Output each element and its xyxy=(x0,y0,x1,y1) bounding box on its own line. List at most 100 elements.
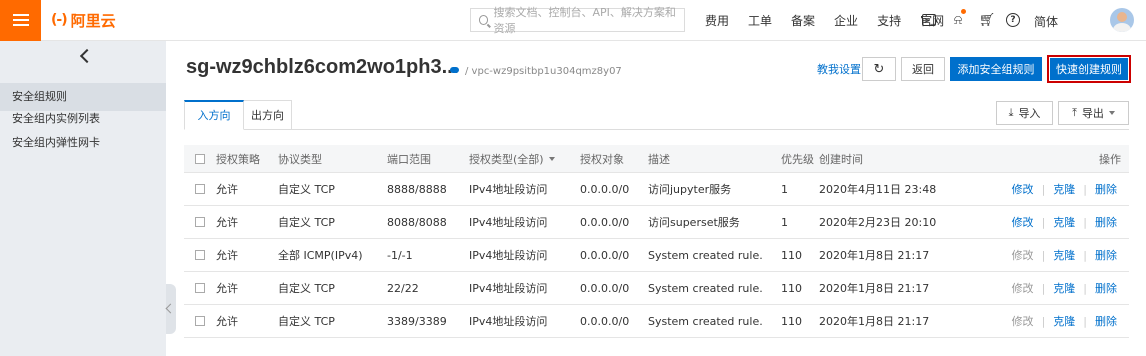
sidebar: 安全组规则 安全组内实例列表 安全组内弹性网卡 xyxy=(0,41,166,356)
clone-link[interactable]: 克隆 xyxy=(1053,247,1075,263)
direction-tabs: 入方向 出方向 xyxy=(184,100,1129,130)
clone-link[interactable]: 克隆 xyxy=(1053,181,1075,197)
nav-support[interactable]: 支持 xyxy=(877,12,901,29)
add-rule-button[interactable]: 添加安全组规则 xyxy=(950,57,1042,81)
aliyun-logo[interactable]: (-) 阿里云 xyxy=(51,10,116,31)
top-bar: (-) 阿里云 搜索文档、控制台、API、解决方案和资源 费用 工单 备案 企业… xyxy=(0,0,1146,41)
col-ops: 操作 xyxy=(1099,152,1121,166)
export-button[interactable]: ⤒ 导出 xyxy=(1058,101,1129,125)
clone-link[interactable]: 克隆 xyxy=(1053,280,1075,296)
tab-outbound[interactable]: 出方向 xyxy=(244,100,292,130)
cell-port: 22/22 xyxy=(387,281,419,295)
quick-create-label: 快速创建规则 xyxy=(1050,58,1128,80)
cell-created: 2020年4月11日 23:48 xyxy=(819,183,937,196)
cell-ops: 修改 | 克隆 | 删除 xyxy=(1012,206,1117,238)
cell-created: 2020年1月8日 21:17 xyxy=(819,282,930,295)
nav-billing[interactable]: 费用 xyxy=(705,12,729,29)
nav-enterprise[interactable]: 企业 xyxy=(834,12,858,29)
avatar[interactable] xyxy=(1110,8,1134,32)
edit-link: 修改 xyxy=(1011,315,1034,328)
cell-policy: 允许 xyxy=(216,249,238,262)
search-icon xyxy=(479,15,489,25)
cell-desc: System created rule. xyxy=(648,248,763,262)
table-row: 允许 自定义 TCP 22/22 IPv4地址段访问 0.0.0.0/0 Sys… xyxy=(184,272,1129,305)
cell-priority: 110 xyxy=(781,281,802,295)
row-checkbox[interactable] xyxy=(195,206,205,238)
divider: | xyxy=(1041,314,1046,328)
divider: | xyxy=(1083,215,1087,229)
vpc-id[interactable]: / vpc-wz9psitbp1u304qmz8y07 xyxy=(465,66,622,77)
cell-policy: 允许 xyxy=(216,183,238,196)
col-desc: 描述 xyxy=(648,152,670,166)
refresh-icon: ↻ xyxy=(873,61,885,77)
import-button[interactable]: ⤓ 导入 xyxy=(996,101,1053,125)
cell-port: -1/-1 xyxy=(387,248,413,262)
cell-desc: 访问jupyter服务 xyxy=(648,183,732,196)
upload-icon: ⤒ xyxy=(1072,106,1077,119)
col-created: 创建时间 xyxy=(819,152,863,166)
cell-target: 0.0.0.0/0 xyxy=(580,248,630,262)
delete-link[interactable]: 删除 xyxy=(1095,247,1117,263)
bell-icon[interactable]: ⍾ xyxy=(950,12,966,28)
nav-icp[interactable]: 备案 xyxy=(791,12,815,29)
cell-policy: 允许 xyxy=(216,315,238,328)
cell-priority: 1 xyxy=(781,215,788,229)
cell-desc: System created rule. xyxy=(648,281,763,295)
cell-ops: 修改 | 克隆 | 删除 xyxy=(1012,272,1117,304)
row-checkbox[interactable] xyxy=(195,272,205,304)
cart-icon[interactable]: 🛒︎ xyxy=(979,12,996,28)
tutorial-link[interactable]: 教我设置 xyxy=(817,61,861,77)
cell-created: 2020年2月23日 20:10 xyxy=(819,216,937,229)
delete-link[interactable]: 删除 xyxy=(1095,214,1117,230)
cell-priority: 110 xyxy=(781,248,802,262)
help-icon[interactable]: ? xyxy=(1006,13,1020,27)
cell-ops: 修改 | 克隆 | 删除 xyxy=(1012,173,1117,205)
cell-target: 0.0.0.0/0 xyxy=(580,182,630,196)
select-all-checkbox[interactable] xyxy=(195,145,205,172)
clone-link[interactable]: 克隆 xyxy=(1053,214,1075,230)
row-checkbox[interactable] xyxy=(195,239,205,271)
cell-policy: 允许 xyxy=(216,216,238,229)
cell-port: 8088/8088 xyxy=(387,215,447,229)
col-target: 授权对象 xyxy=(580,152,624,166)
edit-link[interactable]: 修改 xyxy=(1012,214,1034,230)
divider: | xyxy=(1083,248,1087,262)
col-auth-type: 授权类型(全部) xyxy=(469,152,544,166)
terminal-icon[interactable]: >_ xyxy=(922,14,936,26)
back-chevron-icon[interactable] xyxy=(79,48,95,64)
tab-inbound[interactable]: 入方向 xyxy=(184,100,244,130)
cell-protocol: 自定义 TCP xyxy=(278,183,335,196)
edit-link: 修改 xyxy=(1011,282,1034,295)
return-button[interactable]: 返回 xyxy=(901,57,945,81)
divider: | xyxy=(1041,215,1046,229)
language-switch[interactable]: 简体 xyxy=(1034,13,1058,30)
quick-create-button[interactable]: 快速创建规则 xyxy=(1047,55,1131,83)
delete-link[interactable]: 删除 xyxy=(1095,313,1117,329)
logo-mark: (-) xyxy=(51,12,68,28)
cloud-icon xyxy=(450,67,459,73)
sidebar-item-enis[interactable]: 安全组内弹性网卡 xyxy=(0,129,166,157)
delete-link[interactable]: 删除 xyxy=(1095,181,1117,197)
page-title: sg-wz9chblz6com2wo1ph3... xyxy=(186,56,459,78)
table-row: 允许 全部 ICMP(IPv4) -1/-1 IPv4地址段访问 0.0.0.0… xyxy=(184,239,1129,272)
col-auth-type-filter[interactable]: 授权类型(全部) xyxy=(469,145,555,172)
col-protocol: 协议类型 xyxy=(278,152,322,166)
refresh-button[interactable]: ↻ xyxy=(862,57,896,81)
delete-link[interactable]: 删除 xyxy=(1095,280,1117,296)
nav-ticket[interactable]: 工单 xyxy=(748,12,772,29)
cell-protocol: 全部 ICMP(IPv4) xyxy=(278,249,363,262)
menu-icon[interactable] xyxy=(0,0,41,41)
cell-target: 0.0.0.0/0 xyxy=(580,314,630,328)
rules-table: 授权策略 协议类型 端口范围 授权类型(全部) 授权对象 描述 优先级 创建时间… xyxy=(184,145,1129,338)
download-icon: ⤓ xyxy=(1008,106,1014,119)
clone-link[interactable]: 克隆 xyxy=(1053,313,1075,329)
row-checkbox[interactable] xyxy=(195,173,205,205)
row-checkbox[interactable] xyxy=(195,305,205,337)
cell-protocol: 自定义 TCP xyxy=(278,315,335,328)
edit-link[interactable]: 修改 xyxy=(1012,181,1034,197)
search-input[interactable]: 搜索文档、控制台、API、解决方案和资源 xyxy=(470,6,685,35)
cell-auth-type: IPv4地址段访问 xyxy=(469,282,548,295)
notification-dot xyxy=(961,9,966,14)
sidebar-collapse-handle[interactable] xyxy=(166,284,176,334)
divider: | xyxy=(1083,182,1087,196)
